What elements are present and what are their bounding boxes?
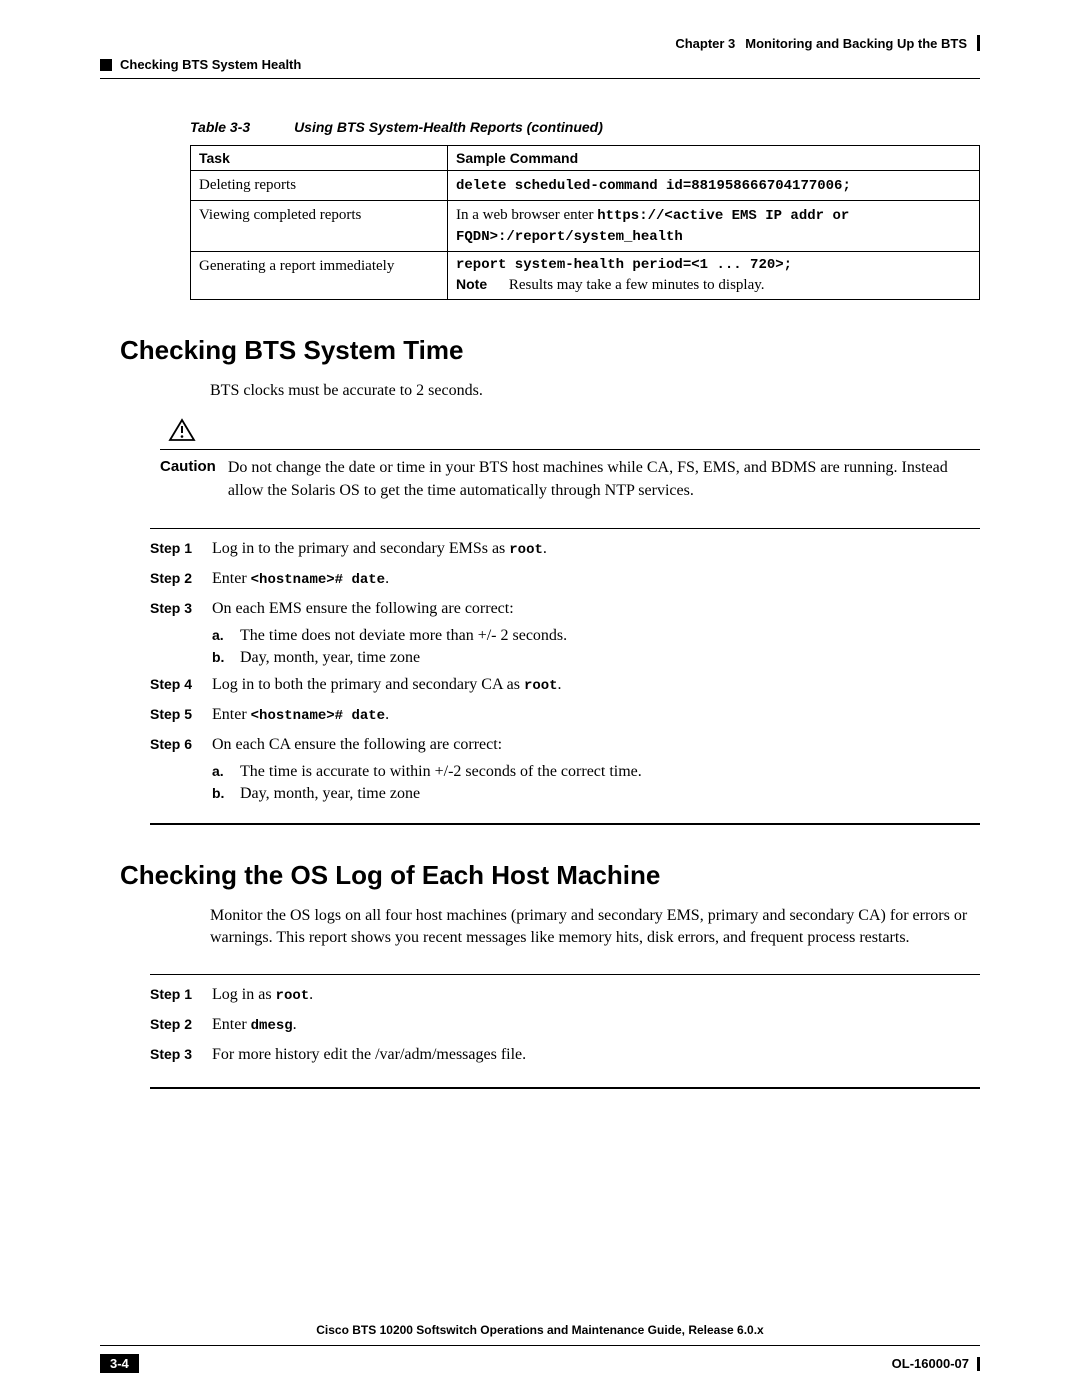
col-cmd: Sample Command (448, 146, 980, 171)
step: Step 4 Log in to both the primary and se… (150, 673, 980, 697)
step: Step 2 Enter <hostname># date. (150, 567, 980, 591)
step: Step 2 Enter dmesg. (150, 1013, 980, 1037)
system-health-table: Task Sample Command Deleting reports del… (190, 145, 980, 300)
warning-icon (168, 418, 196, 442)
table-caption: Table 3-3 Using BTS System-Health Report… (190, 119, 980, 135)
step: Step 6 On each CA ensure the following a… (150, 733, 980, 757)
section-heading-os-log: Checking the OS Log of Each Host Machine (120, 860, 980, 891)
section1-intro: BTS clocks must be accurate to 2 seconds… (210, 380, 980, 402)
page: Checking BTS System Health Chapter 3 Mon… (0, 0, 1080, 1397)
square-bullet-icon (100, 59, 112, 71)
table-row: Deleting reports delete scheduled-comman… (191, 171, 980, 201)
steps2-top-rule (150, 974, 980, 975)
cell-cmd: In a web browser enter https://<active E… (448, 200, 980, 251)
breadcrumb-section: Checking BTS System Health (120, 57, 301, 72)
table-row: Viewing completed reports In a web brows… (191, 200, 980, 251)
table-number: Table 3-3 (190, 119, 250, 135)
cell-task: Deleting reports (191, 171, 448, 201)
table-row: Generating a report immediately report s… (191, 251, 980, 299)
cell-cmd: report system-health period=<1 ... 720>;… (448, 251, 980, 299)
cell-cmd: delete scheduled-command id=881958666704… (448, 171, 980, 201)
breadcrumb-left: Checking BTS System Health (100, 57, 301, 72)
sub-item: a.The time does not deviate more than +/… (212, 627, 980, 645)
caution-icon-row (160, 418, 980, 450)
step: Step 1 Log in as root. (150, 983, 980, 1007)
footer-divider (100, 1345, 980, 1346)
steps2-bottom-rule (150, 1087, 980, 1089)
caution-text: Do not change the date or time in your B… (228, 456, 980, 502)
page-number: 3-4 (100, 1354, 139, 1373)
section2-intro: Monitor the OS logs on all four host mac… (210, 905, 980, 950)
caution-label: Caution (160, 456, 216, 502)
footer-doc-title: Cisco BTS 10200 Softswitch Operations an… (100, 1323, 980, 1337)
step: Step 3 On each EMS ensure the following … (150, 597, 980, 621)
cell-task: Viewing completed reports (191, 200, 448, 251)
page-header: Checking BTS System Health Chapter 3 Mon… (100, 35, 980, 72)
step: Step 3 For more history edit the /var/ad… (150, 1043, 980, 1067)
sub-item: b.Day, month, year, time zone (212, 649, 980, 667)
page-footer: Cisco BTS 10200 Softswitch Operations an… (100, 1323, 980, 1373)
caution-block: Caution Do not change the date or time i… (160, 418, 980, 502)
vertical-bar-icon (977, 1357, 980, 1371)
vertical-bar-icon (977, 35, 980, 51)
sub-item: a.The time is accurate to within +/-2 se… (212, 763, 980, 781)
steps-top-rule (150, 528, 980, 529)
step: Step 5 Enter <hostname># date. (150, 703, 980, 727)
header-divider (100, 78, 980, 79)
doc-id: OL-16000-07 (892, 1356, 980, 1371)
col-task: Task (191, 146, 448, 171)
steps-bottom-rule (150, 823, 980, 825)
cell-task: Generating a report immediately (191, 251, 448, 299)
step: Step 1 Log in to the primary and seconda… (150, 537, 980, 561)
sub-item: b.Day, month, year, time zone (212, 785, 980, 803)
table-title: Using BTS System-Health Reports (continu… (294, 119, 603, 135)
chapter-label: Chapter 3 (675, 36, 735, 51)
breadcrumb-right: Chapter 3 Monitoring and Backing Up the … (675, 35, 980, 51)
chapter-title: Monitoring and Backing Up the BTS (745, 36, 967, 51)
note-line: Note Results may take a few minutes to d… (456, 275, 971, 295)
section-heading-system-time: Checking BTS System Time (120, 335, 980, 366)
